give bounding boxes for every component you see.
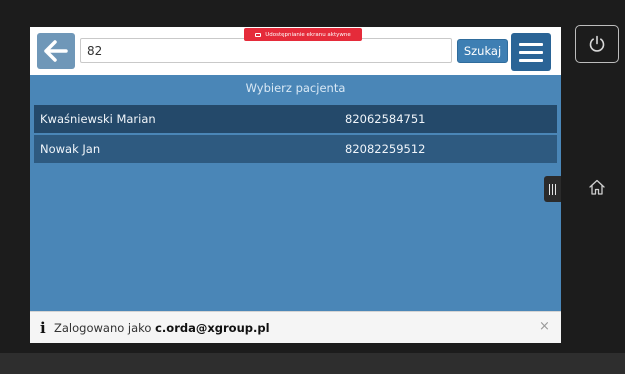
menu-button[interactable] [511, 33, 551, 71]
screen-sharing-label: Udostępnianie ekranu aktywne [265, 31, 351, 38]
search-input[interactable] [80, 38, 452, 63]
drag-handle-line [555, 183, 556, 195]
home-icon [589, 179, 605, 195]
screen-sharing-badge: Udostępnianie ekranu aktywne [244, 28, 362, 41]
logged-user: c.orda@xgroup.pl [155, 321, 270, 335]
app-screen: Szukaj Udostępnianie ekranu aktywne Wybi… [30, 27, 561, 343]
back-button[interactable] [37, 33, 75, 69]
power-button[interactable] [575, 25, 619, 63]
patient-pesel: 82062584751 [345, 112, 426, 126]
screen-share-icon [255, 32, 262, 37]
power-icon [589, 35, 605, 52]
login-info-text: Zalogowano jako c.orda@xgroup.pl [54, 321, 270, 335]
table-row[interactable]: Kwaśniewski Marian 82062584751 [34, 105, 557, 133]
login-prefix: Zalogowano jako [54, 321, 156, 335]
side-panel-handle[interactable] [544, 176, 561, 202]
info-icon: i [40, 319, 46, 337]
drag-handle-line [552, 183, 553, 195]
back-arrow-icon [44, 40, 68, 62]
search-button[interactable]: Szukaj [457, 39, 508, 63]
table-row[interactable]: Nowak Jan 82082259512 [34, 135, 557, 163]
login-info-bar: i Zalogowano jako c.orda@xgroup.pl × [30, 311, 561, 343]
patient-name: Kwaśniewski Marian [40, 112, 156, 126]
home-button[interactable] [585, 176, 609, 198]
hamburger-line [519, 58, 543, 62]
hamburger-line [519, 50, 543, 54]
patient-name: Nowak Jan [40, 142, 101, 156]
close-icon[interactable]: × [539, 319, 550, 334]
device-bezel-bottom [0, 353, 625, 374]
list-title: Wybierz pacjenta [245, 81, 346, 95]
top-bar: Szukaj Udostępnianie ekranu aktywne [30, 27, 561, 75]
patient-pesel: 82082259512 [345, 142, 426, 156]
drag-handle-icon [549, 183, 550, 195]
hamburger-menu-icon [519, 42, 543, 46]
